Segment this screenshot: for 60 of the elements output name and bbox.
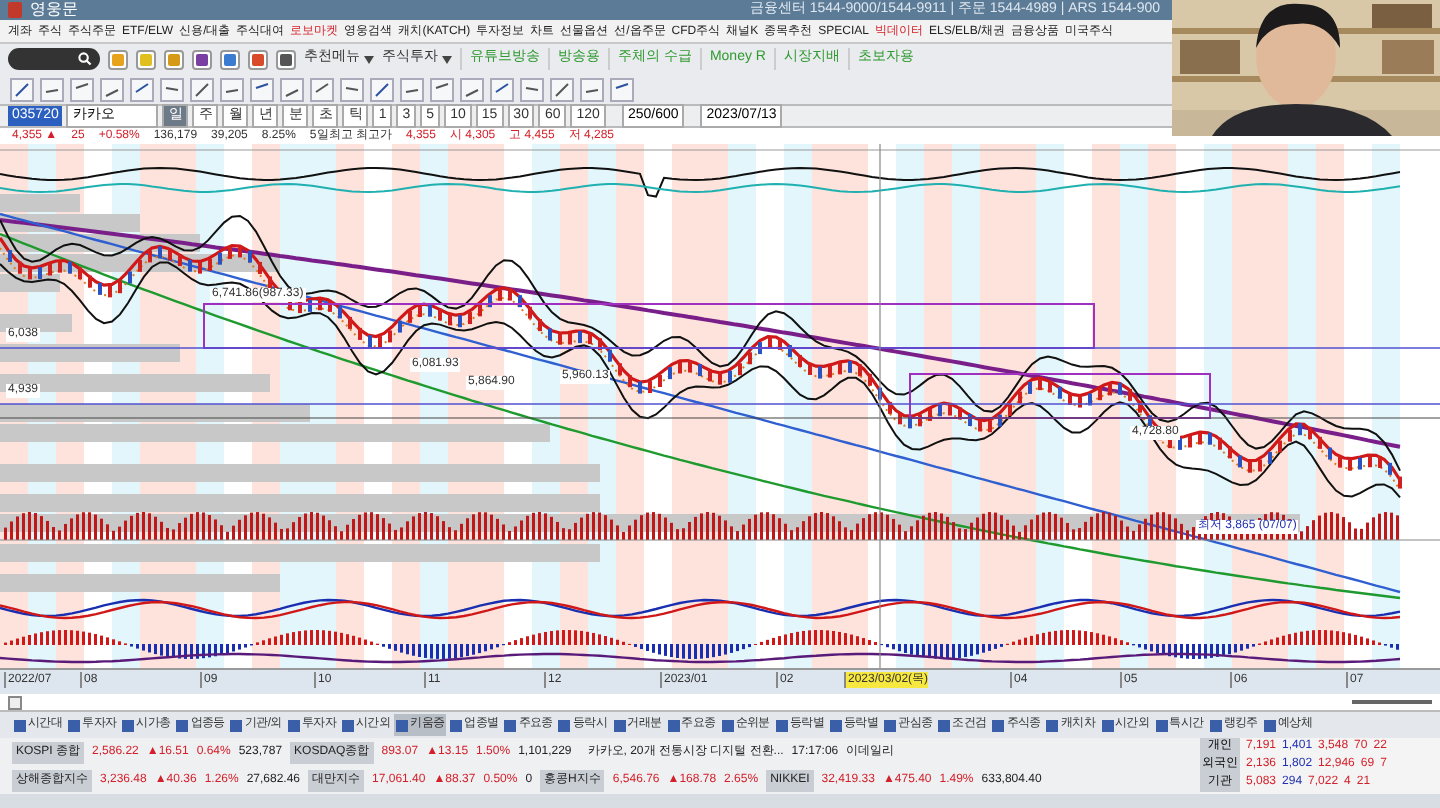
drawing-tool-button[interactable] [460,77,484,101]
drawing-tool-button[interactable] [190,77,214,101]
square-icon [252,53,264,65]
square-icon [280,53,292,65]
tab-icon [721,719,734,731]
search-icon [78,52,92,66]
app-logo-icon [8,2,22,18]
window-title: 영웅문 [30,0,78,20]
tab-icon [450,719,463,731]
tab-icon [68,719,81,731]
tab-icon [1209,719,1222,731]
drawing-tool-button[interactable] [130,77,154,101]
scroll-left-button[interactable] [8,695,22,709]
square-icon [168,53,180,65]
drawing-tool-button[interactable] [340,77,364,101]
tab-icon [287,719,300,731]
tab-icon [14,719,26,731]
tab-icon [775,719,788,731]
drawing-tool-button[interactable] [160,77,184,101]
drawing-tool-button[interactable] [490,77,514,101]
tab-icon [1155,719,1168,731]
tab-icon [938,719,951,731]
tab-icon [992,719,1005,731]
tab-icon [1263,719,1276,731]
square-icon [140,53,152,65]
drawing-tool-button[interactable] [310,77,334,101]
drawing-tool-button[interactable] [370,77,394,101]
tab-icon [667,719,680,731]
drawing-tool-button[interactable] [430,77,454,101]
drawing-tool-button[interactable] [610,77,634,101]
tab-icon [884,719,897,731]
tab-icon [504,719,517,731]
drawing-tool-button[interactable] [10,77,34,101]
drawing-tool-button[interactable] [550,77,574,101]
drawing-tool-button[interactable] [100,77,124,101]
tab-icon [1101,719,1114,731]
tab-icon [122,719,135,731]
drawing-tool-button[interactable] [280,77,304,101]
tab-icon [176,719,189,731]
drawing-tool-button[interactable] [250,77,274,101]
drawing-tool-button[interactable] [400,77,424,101]
square-icon [196,53,208,65]
tab-icon [342,719,355,731]
square-icon [112,53,124,65]
tab-icon [230,719,243,731]
search-field[interactable] [8,48,100,70]
tab-icon [1046,719,1059,731]
square-icon [224,53,236,65]
tab-icon [396,719,409,731]
scrollbar-thumb[interactable] [1352,700,1432,704]
drawing-tool-button[interactable] [520,77,544,101]
drawing-tool-button[interactable] [70,77,94,101]
caret-icon [442,55,452,63]
tab-icon [830,719,842,731]
tab-icon [613,719,626,731]
caret-icon [364,55,374,63]
drawing-tool-button[interactable] [40,77,64,101]
drawing-tool-button[interactable] [580,77,604,101]
drawing-tool-button[interactable] [220,77,244,101]
tab-icon [558,719,571,731]
